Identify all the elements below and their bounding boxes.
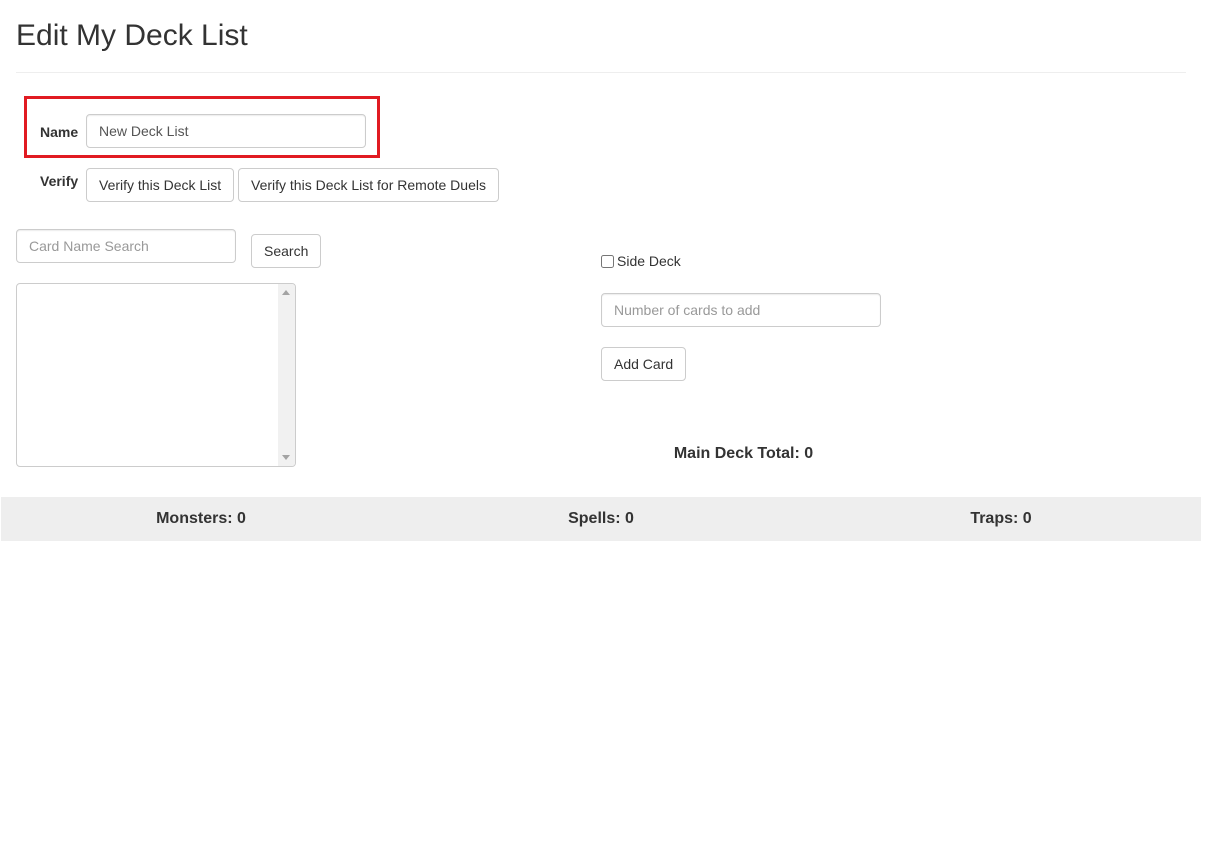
deck-summary-bar: Monsters: 0 Spells: 0 Traps: 0 [1, 497, 1201, 541]
side-deck-option[interactable]: Side Deck [601, 252, 681, 270]
verify-deck-list-button[interactable]: Verify this Deck List [86, 168, 234, 202]
deck-name-input[interactable] [86, 114, 366, 148]
verify-remote-duels-button[interactable]: Verify this Deck List for Remote Duels [238, 168, 499, 202]
scroll-up-arrow-icon[interactable] [282, 290, 290, 295]
traps-count: Traps: 0 [970, 510, 1032, 527]
search-results-list[interactable] [16, 283, 296, 467]
monsters-count: Monsters: 0 [156, 510, 246, 527]
side-deck-label: Side Deck [617, 253, 681, 269]
title-divider [16, 72, 1186, 73]
scroll-down-arrow-icon[interactable] [282, 455, 290, 460]
name-label: Name [40, 124, 79, 140]
verify-label: Verify [40, 173, 79, 189]
results-scrollbar[interactable] [278, 284, 295, 466]
search-button[interactable]: Search [251, 234, 321, 268]
add-card-button[interactable]: Add Card [601, 347, 686, 381]
side-deck-checkbox[interactable] [601, 254, 614, 268]
card-name-search-input[interactable] [16, 229, 236, 263]
main-deck-total: Main Deck Total: 0 [673, 445, 814, 462]
spells-count: Spells: 0 [568, 510, 634, 527]
page-title: Edit My Deck List [16, 19, 248, 52]
card-count-input[interactable] [601, 293, 881, 327]
